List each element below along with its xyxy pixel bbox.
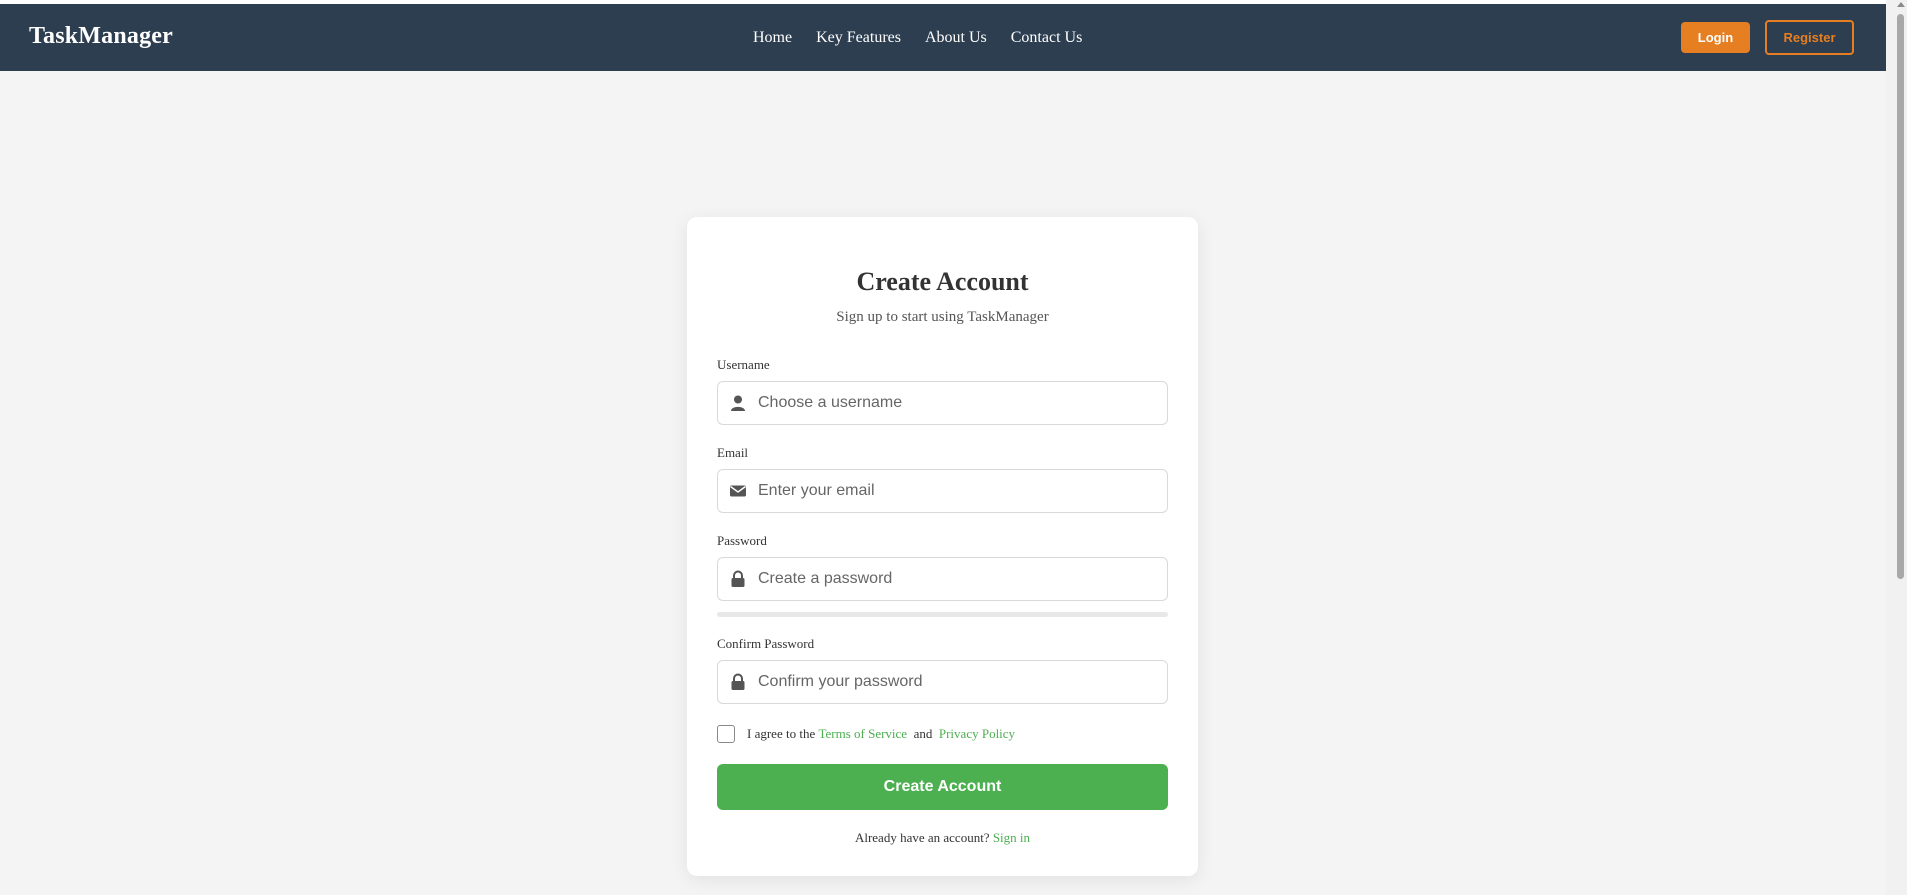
lock-icon: [731, 570, 745, 587]
email-input[interactable]: [758, 470, 1158, 512]
navbar: TaskManager Home Key Features About Us C…: [0, 4, 1886, 71]
page-title: Create Account: [856, 267, 1029, 296]
scrollbar-thumb[interactable]: [1897, 14, 1904, 579]
nav-link-contact-us[interactable]: Contact Us: [1011, 29, 1083, 47]
username-input[interactable]: [758, 382, 1158, 424]
signin-row: Already have an account? Sign in: [687, 830, 1198, 846]
scroll-up-arrow-icon[interactable]: [1897, 2, 1905, 7]
terms-of-service-link[interactable]: Terms of Service: [818, 726, 907, 742]
signin-link[interactable]: Sign in: [993, 830, 1030, 845]
terms-row: I agree to the Terms of Service and Priv…: [717, 724, 1015, 744]
username-label: Username: [717, 357, 770, 372]
confirm-password-input[interactable]: [758, 661, 1158, 703]
username-field[interactable]: [717, 381, 1168, 425]
register-button[interactable]: Register: [1765, 20, 1854, 55]
nav-links: Home Key Features About Us Contact Us: [753, 29, 1082, 47]
terms-checkbox[interactable]: [717, 725, 735, 743]
confirm-password-label: Confirm Password: [717, 636, 815, 651]
password-field[interactable]: [717, 557, 1168, 601]
nav-link-key-features[interactable]: Key Features: [816, 29, 901, 47]
login-button[interactable]: Login: [1681, 22, 1750, 53]
password-input[interactable]: [758, 558, 1158, 600]
user-icon: [731, 395, 745, 411]
password-strength-meter: [717, 612, 1168, 617]
nav-link-about-us[interactable]: About Us: [925, 29, 987, 47]
password-label: Password: [717, 533, 767, 548]
brand-logo[interactable]: TaskManager: [29, 23, 173, 50]
email-label: Email: [717, 445, 749, 460]
page-subtitle: Sign up to start using TaskManager: [836, 309, 1049, 325]
privacy-policy-link[interactable]: Privacy Policy: [939, 726, 1015, 742]
terms-conjunction: and: [907, 726, 939, 741]
signup-card: Create Account Sign up to start using Ta…: [687, 217, 1198, 876]
terms-prefix: I agree to the: [747, 726, 819, 741]
envelope-icon: [730, 485, 746, 497]
nav-link-home[interactable]: Home: [753, 29, 792, 47]
lock-icon: [731, 673, 745, 690]
confirm-password-field[interactable]: [717, 660, 1168, 704]
email-field[interactable]: [717, 469, 1168, 513]
create-account-button[interactable]: Create Account: [717, 764, 1168, 810]
signin-prompt: Already have an account?: [854, 830, 993, 845]
